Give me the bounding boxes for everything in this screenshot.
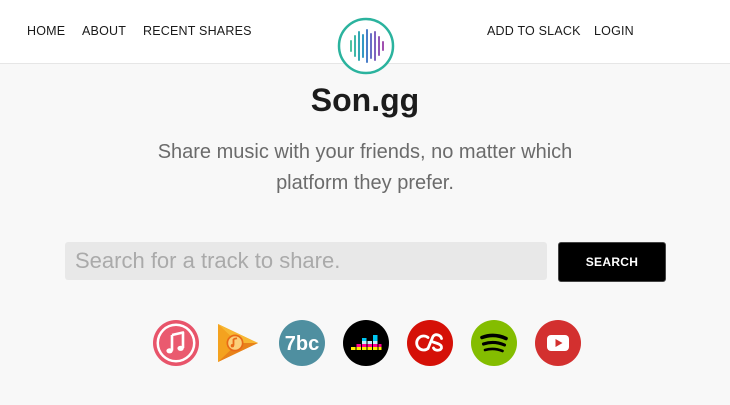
nav-login-link[interactable]: LOGIN [594, 24, 634, 38]
lastfm-link[interactable] [406, 319, 454, 367]
search-button[interactable]: SEARCH [558, 242, 666, 282]
sound-wave-logo-icon [337, 17, 395, 75]
7digital-icon: 7bc [279, 320, 325, 366]
nav-about-link[interactable]: ABOUT [82, 24, 126, 38]
nav-home-link[interactable]: HOME [27, 24, 65, 38]
search-input[interactable] [65, 242, 547, 280]
7digital-logo-text: 7bc [285, 333, 319, 355]
deezer-icon [343, 320, 389, 366]
spotify-link[interactable] [470, 319, 518, 367]
nav-recent-shares-link[interactable]: RECENT SHARES [143, 24, 252, 38]
google-play-music-link[interactable] [214, 319, 262, 367]
lastfm-icon [407, 320, 453, 366]
apple-music-icon [153, 320, 199, 366]
page-title: Son.gg [310, 82, 420, 118]
spotify-icon [471, 320, 517, 366]
page-subtitle: Share music with your friends, no matter… [157, 141, 573, 194]
logo[interactable] [337, 17, 395, 75]
7digital-link[interactable]: 7bc [278, 319, 326, 367]
deezer-link[interactable] [342, 319, 390, 367]
google-play-music-icon [218, 324, 258, 362]
apple-music-link[interactable] [152, 319, 200, 367]
youtube-link[interactable] [534, 319, 582, 367]
youtube-icon [535, 320, 581, 366]
nav-add-to-slack-link[interactable]: ADD TO SLACK [487, 24, 581, 38]
